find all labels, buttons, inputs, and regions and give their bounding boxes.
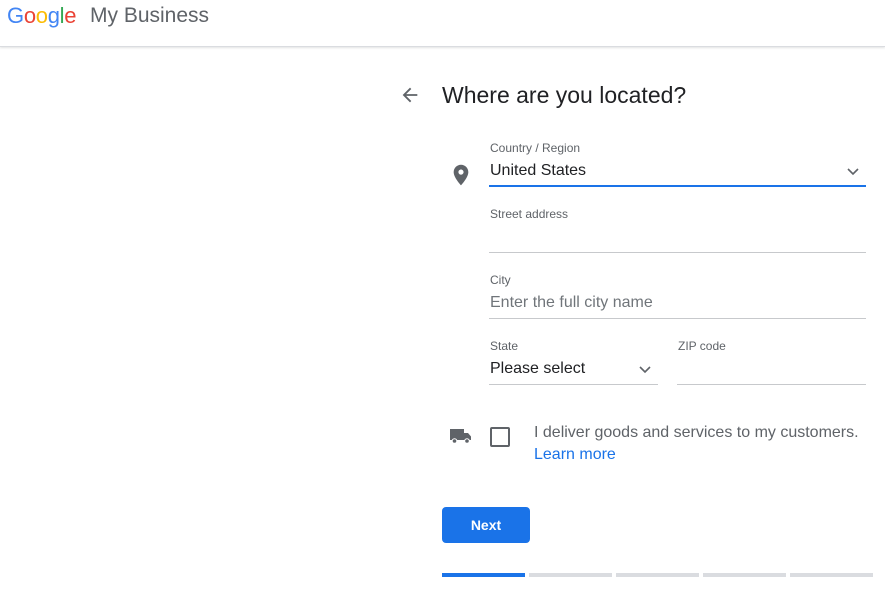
arrow-back-icon[interactable] [399, 84, 421, 106]
state-label: State [490, 339, 519, 353]
country-label: Country / Region [490, 141, 581, 155]
street-address-label: Street address [490, 207, 569, 221]
logo-letter: e [64, 3, 77, 28]
country-select-underline[interactable] [489, 185, 866, 187]
progress-step-2 [529, 573, 612, 577]
logo-letter: G [7, 3, 24, 28]
progress-step-4 [703, 573, 786, 577]
logo-letter: g [47, 3, 60, 28]
street-address-underline[interactable] [489, 252, 866, 253]
zip-code-underline[interactable] [677, 384, 866, 385]
progress-step-1 [442, 573, 525, 577]
top-app-bar: Google My Business [0, 0, 885, 47]
state-select-underline[interactable] [489, 384, 658, 385]
logo-letter: o [35, 3, 48, 28]
learn-more-link[interactable]: Learn more [534, 446, 616, 464]
logo-letter: o [23, 3, 36, 28]
progress-step-3 [616, 573, 699, 577]
progress-step-5 [790, 573, 873, 577]
country-select-value[interactable]: United States [490, 162, 586, 180]
chevron-down-icon[interactable] [639, 366, 651, 374]
truck-icon [450, 429, 471, 444]
location-pin-icon [453, 164, 469, 186]
next-button[interactable]: Next [442, 507, 530, 543]
google-logo[interactable]: Google [7, 3, 76, 29]
state-select-value[interactable]: Please select [490, 360, 585, 378]
city-underline[interactable] [489, 318, 866, 319]
delivery-checkbox[interactable] [490, 427, 510, 447]
delivery-description: I deliver goods and services to my custo… [534, 424, 859, 441]
city-input[interactable]: Enter the full city name [490, 294, 653, 312]
product-name: My Business [90, 4, 210, 27]
page-title: Where are you located? [442, 82, 687, 108]
city-label: City [490, 273, 511, 287]
chevron-down-icon[interactable] [847, 168, 859, 176]
zip-code-label: ZIP code [678, 339, 726, 353]
